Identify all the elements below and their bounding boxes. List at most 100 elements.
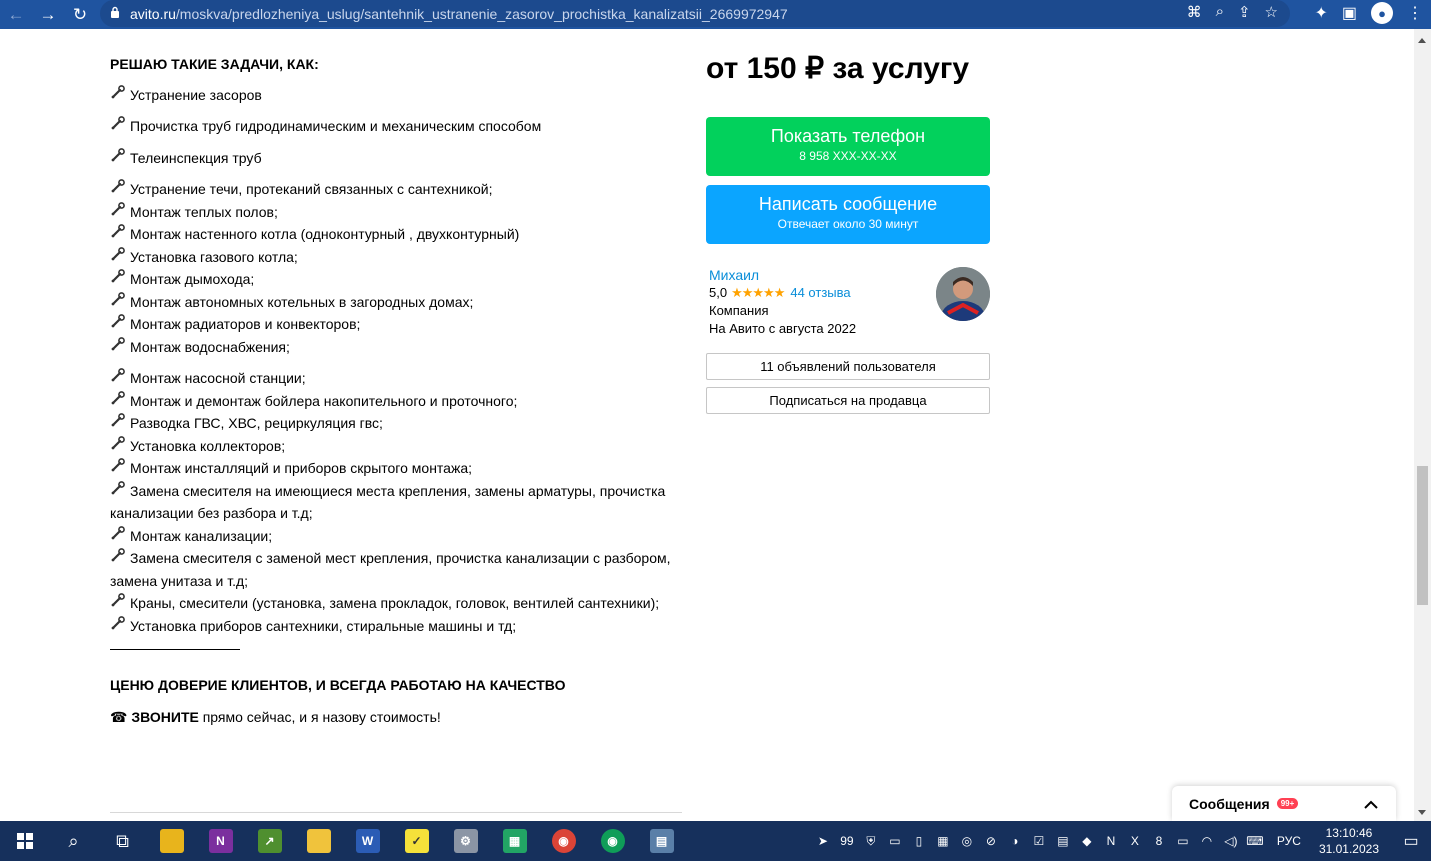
wrench-icon: [110, 412, 130, 435]
wrench-icon: [110, 592, 130, 615]
notes-icon[interactable]: ▦: [931, 834, 955, 848]
notifications-icon[interactable]: ▭: [1391, 831, 1431, 851]
reviews-link[interactable]: 44 отзыва: [790, 284, 850, 302]
wrench-icon: [110, 615, 130, 638]
task-text: Устранение течи, протеканий связанных с …: [130, 181, 493, 197]
browser-toolbar: ← → ↻ avito.ru/moskva/predlozheniya_uslu…: [0, 0, 1431, 29]
profile-icon[interactable]: ●: [1371, 2, 1393, 24]
input-language[interactable]: РУС: [1277, 834, 1301, 848]
excel-tray-icon[interactable]: X: [1123, 834, 1147, 848]
onenote-icon[interactable]: N: [196, 821, 245, 861]
app-icon[interactable]: ⚙: [441, 821, 490, 861]
chevron-up-icon[interactable]: [1364, 797, 1378, 812]
wrench-icon: [110, 435, 130, 458]
url-host: avito.ru: [130, 5, 176, 22]
task-text: Монтаж дымохода;: [130, 271, 255, 287]
search-icon[interactable]: ⌕: [49, 821, 98, 861]
word-icon[interactable]: W: [343, 821, 392, 861]
task-item: Установка приборов сантехники, стиральны…: [110, 615, 690, 638]
task-text: Прочистка труб гидродинамическим и механ…: [130, 118, 542, 134]
bookmark-star-icon[interactable]: ☆: [1265, 3, 1278, 21]
chrome-profile-icon[interactable]: ◉: [588, 821, 637, 861]
task-item: Монтаж канализации;: [110, 525, 690, 548]
messenger-widget[interactable]: Сообщения 99+: [1172, 786, 1396, 821]
clock[interactable]: 13:10:46 31.01.2023: [1319, 825, 1379, 857]
tray-badge[interactable]: 99: [835, 834, 859, 848]
back-icon[interactable]: ←: [0, 0, 32, 29]
map-icon[interactable]: ◆: [1075, 834, 1099, 848]
volume-icon[interactable]: ◁): [1219, 834, 1243, 848]
scroll-up-icon[interactable]: [1418, 38, 1426, 43]
chat-icon[interactable]: 8: [1147, 834, 1171, 848]
task-text: Замена смесителя на имеющиеся места креп…: [110, 482, 666, 522]
checkbox-icon[interactable]: ☑: [1027, 834, 1051, 848]
group-gap: [110, 106, 690, 115]
files-app-icon[interactable]: [147, 821, 196, 861]
seller-avatar[interactable]: [936, 267, 990, 321]
battery-icon[interactable]: ▭: [1171, 834, 1195, 848]
monitor-icon[interactable]: ▭: [883, 834, 907, 848]
record-icon[interactable]: ◎: [955, 834, 979, 848]
document-icon[interactable]: ▯: [907, 834, 931, 848]
task-item: Прочистка труб гидродинамическим и механ…: [110, 115, 690, 138]
file-explorer-icon[interactable]: [294, 821, 343, 861]
block-icon[interactable]: ⊘: [979, 834, 1003, 848]
windows-start-icon[interactable]: [0, 821, 49, 861]
task-text: Монтаж радиаторов и конвекторов;: [130, 316, 361, 332]
task-text: Устранение засоров: [130, 86, 262, 103]
scroll-down-icon[interactable]: [1418, 810, 1426, 815]
reload-icon[interactable]: ↻: [64, 0, 96, 29]
keyboard-icon[interactable]: ⌨: [1243, 834, 1267, 848]
telegram-icon[interactable]: ➤: [811, 834, 835, 848]
task-text: Монтаж канализации;: [130, 527, 273, 544]
wrench-icon: [110, 178, 130, 201]
separator-line: [110, 649, 240, 650]
window-icon[interactable]: ▤: [1051, 834, 1075, 848]
sheets-icon[interactable]: ▦: [490, 821, 539, 861]
task-item: Устранение засоров: [110, 84, 690, 107]
task-item: Монтаж настенного котла (одноконтурный ,…: [110, 223, 690, 246]
write-message-button[interactable]: Написать сообщение Отвечает около 30 мин…: [706, 185, 990, 244]
extensions-icon[interactable]: ✦: [1314, 3, 1327, 23]
wrench-icon: [110, 367, 130, 390]
subscribe-button[interactable]: Подписаться на продавца: [706, 387, 990, 414]
group-gap: [110, 169, 690, 178]
show-phone-button[interactable]: Показать телефон 8 958 XXX-XX-XX: [706, 117, 990, 176]
translate-icon[interactable]: ⌘: [1187, 3, 1202, 21]
calculator-icon[interactable]: ▤: [637, 821, 686, 861]
response-time: Отвечает около 30 минут: [777, 217, 919, 231]
chart-app-icon[interactable]: ↗: [245, 821, 294, 861]
content-divider: [110, 812, 682, 813]
menu-icon[interactable]: ⋮: [1407, 3, 1423, 23]
sticky-notes-icon[interactable]: ✓: [392, 821, 441, 861]
task-text: Монтаж и демонтаж бойлера накопительного…: [130, 392, 518, 409]
shield-icon[interactable]: ⛨: [859, 834, 883, 849]
quality-heading: ЦЕНЮ ДОВЕРИЕ КЛИЕНТОВ, И ВСЕГДА РАБОТАЮ …: [110, 677, 566, 693]
wrench-icon: [110, 201, 130, 224]
wrench-icon: [110, 115, 130, 138]
address-bar[interactable]: avito.ru/moskva/predlozheniya_uslug/sant…: [100, 0, 1290, 27]
sync-icon[interactable]: ◑: [1003, 834, 1027, 848]
seller-since: На Авито с августа 2022: [709, 321, 857, 336]
rating-value: 5,0: [709, 285, 728, 300]
wrench-icon: [110, 147, 130, 170]
wrench-icon: [110, 457, 130, 480]
onenote-tray-icon[interactable]: N: [1099, 834, 1123, 848]
wifi-icon[interactable]: ◠: [1195, 834, 1219, 848]
page-scrollbar[interactable]: [1414, 29, 1431, 821]
user-listings-button[interactable]: 11 объявлений пользователя: [706, 353, 990, 380]
wrench-icon: [110, 84, 130, 107]
zoom-icon[interactable]: ⌕: [1216, 3, 1224, 21]
task-text: Установка газового котла;: [130, 248, 298, 265]
task-view-icon[interactable]: ⧉: [98, 821, 147, 861]
task-text: Телеинспекция труб: [130, 149, 262, 166]
forward-icon[interactable]: →: [32, 0, 64, 29]
price: от 150 ₽ за услугу: [706, 52, 970, 85]
sidepanel-icon[interactable]: ▣: [1342, 3, 1357, 23]
description: РЕШАЮ ТАКИЕ ЗАДАЧИ, КАК: Устранение засо…: [110, 53, 690, 728]
chrome-icon[interactable]: ◉: [539, 821, 588, 861]
scroll-thumb[interactable]: [1417, 466, 1428, 605]
task-item: Замена смесителя на имеющиеся места креп…: [110, 480, 690, 525]
task-text: Монтаж инсталляций и приборов скрытого м…: [130, 460, 473, 476]
share-icon[interactable]: ⇪: [1238, 3, 1251, 21]
